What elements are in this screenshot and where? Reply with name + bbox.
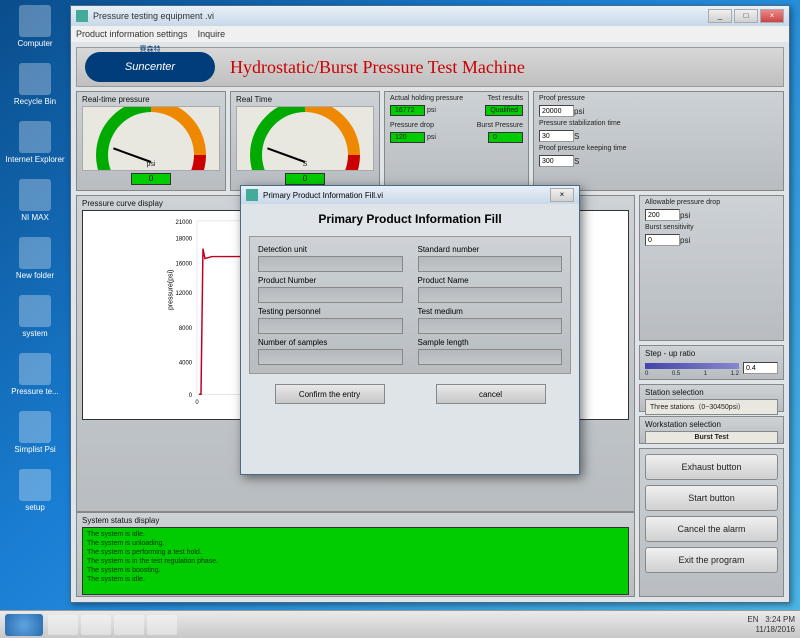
dialog-titlebar[interactable]: Primary Product Information Fill.vi ×	[241, 186, 579, 204]
pressure-gauge: psi	[82, 106, 220, 171]
taskbar-item[interactable]	[48, 615, 78, 635]
desktop-icon-pressure[interactable]: Pressure te...	[5, 353, 65, 396]
exit-button[interactable]: Exit the program	[645, 547, 778, 573]
stabilization-time-input[interactable]	[539, 130, 574, 142]
detection-unit-input[interactable]	[258, 256, 403, 272]
menu-bar: Product information settings Inquire	[71, 26, 789, 42]
desktop-icons: Computer Recycle Bin Internet Explorer N…	[5, 5, 65, 527]
burst-pressure-value: 0	[488, 132, 523, 143]
realtime-pressure-panel: Real-time pressure psi 0	[76, 91, 226, 191]
workstation-selection-panel: Workstation selection Burst Test	[639, 416, 784, 444]
burst-sensitivity-input[interactable]	[645, 234, 680, 246]
readings-panel: Actual holding pressureTest results 1677…	[384, 91, 529, 191]
status-panel: System status display The system is idle…	[76, 512, 635, 597]
system-tray[interactable]: EN 3:24 PM11/18/2016	[747, 615, 795, 634]
svg-text:0: 0	[189, 393, 193, 399]
desktop-icon-folder[interactable]: New folder	[5, 237, 65, 280]
close-button[interactable]: ×	[760, 9, 784, 23]
svg-text:18000: 18000	[176, 237, 193, 243]
proof-pressure-input[interactable]	[539, 105, 574, 117]
exhaust-button[interactable]: Exhaust button	[645, 454, 778, 480]
holding-pressure-value: 16772	[390, 105, 425, 116]
station-selection-panel: Station selection Three stations（0~30450…	[639, 384, 784, 412]
station-select[interactable]: Three stations（0~30450psi）	[645, 399, 778, 415]
svg-text:pressure(psi): pressure(psi)	[167, 270, 174, 310]
desktop-icon-simplist[interactable]: Simplist Psi	[5, 411, 65, 454]
step-up-slider[interactable]	[645, 363, 739, 369]
svg-text:16000: 16000	[176, 261, 193, 267]
app-title: Hydrostatic/Burst Pressure Test Machine	[230, 57, 525, 78]
action-buttons-panel: Exhaust button Start button Cancel the a…	[639, 448, 784, 598]
time-gauge: S	[236, 106, 374, 171]
desktop-icon-nimax[interactable]: NI MAX	[5, 179, 65, 222]
dialog-icon	[246, 189, 258, 201]
start-button-win[interactable]	[5, 614, 43, 636]
allowable-drop-input[interactable]	[645, 209, 680, 221]
app-header: Suncenter Hydrostatic/Burst Pressure Tes…	[76, 47, 784, 87]
dialog-close-button[interactable]: ×	[550, 188, 574, 202]
step-up-ratio-panel: Step - up ratio 00.511.2	[639, 345, 784, 380]
test-medium-input[interactable]	[418, 318, 563, 334]
taskbar-item[interactable]	[147, 615, 177, 635]
pressure-gauge-value: 0	[131, 173, 171, 185]
workstation-select[interactable]: Burst Test	[645, 431, 778, 444]
testing-personnel-input[interactable]	[258, 318, 403, 334]
product-name-input[interactable]	[418, 287, 563, 303]
desktop-icon-setup[interactable]: setup	[5, 469, 65, 512]
cancel-button[interactable]: cancel	[436, 384, 546, 404]
window-title: Pressure testing equipment .vi	[93, 11, 214, 21]
desktop-icon-recycle[interactable]: Recycle Bin	[5, 63, 65, 106]
desktop-icon-computer[interactable]: Computer	[5, 5, 65, 48]
step-up-value[interactable]	[743, 362, 778, 374]
desktop-icon-system[interactable]: system	[5, 295, 65, 338]
confirm-button[interactable]: Confirm the entry	[275, 384, 385, 404]
settings-panel-2: Allowable pressure drop psi Burst sensit…	[639, 195, 784, 341]
maximize-button[interactable]: □	[734, 9, 758, 23]
sample-length-input[interactable]	[418, 349, 563, 365]
realtime-time-panel: Real Time S 0	[230, 91, 380, 191]
window-titlebar[interactable]: Pressure testing equipment .vi _ □ ×	[71, 6, 789, 26]
taskbar-item[interactable]	[114, 615, 144, 635]
product-info-dialog: Primary Product Information Fill.vi × Pr…	[240, 185, 580, 475]
logo: Suncenter	[85, 52, 215, 82]
status-display: The system is idle.The system is unloadi…	[82, 527, 629, 595]
minimize-button[interactable]: _	[708, 9, 732, 23]
svg-text:4000: 4000	[179, 361, 193, 367]
dialog-title: Primary Product Information Fill	[249, 212, 571, 226]
taskbar[interactable]: EN 3:24 PM11/18/2016	[0, 610, 800, 638]
keeping-time-input[interactable]	[539, 155, 574, 167]
svg-text:12000: 12000	[176, 291, 193, 297]
svg-text:0: 0	[195, 400, 199, 406]
time-gauge-value: 0	[285, 173, 325, 185]
taskbar-item[interactable]	[81, 615, 111, 635]
settings-panel: Proof pressure psi Pressure stabilizatio…	[533, 91, 784, 191]
start-button[interactable]: Start button	[645, 485, 778, 511]
test-result-value: Qualified	[485, 105, 523, 116]
number-samples-input[interactable]	[258, 349, 403, 365]
product-number-input[interactable]	[258, 287, 403, 303]
svg-text:21000: 21000	[176, 220, 193, 226]
pressure-drop-value: 120	[390, 132, 425, 143]
standard-number-input[interactable]	[418, 256, 563, 272]
cancel-alarm-button[interactable]: Cancel the alarm	[645, 516, 778, 542]
menu-inquire[interactable]: Inquire	[198, 29, 226, 39]
menu-product-info[interactable]: Product information settings	[76, 29, 188, 39]
desktop-icon-ie[interactable]: Internet Explorer	[5, 121, 65, 164]
app-icon	[76, 10, 88, 22]
svg-text:8000: 8000	[179, 326, 193, 332]
